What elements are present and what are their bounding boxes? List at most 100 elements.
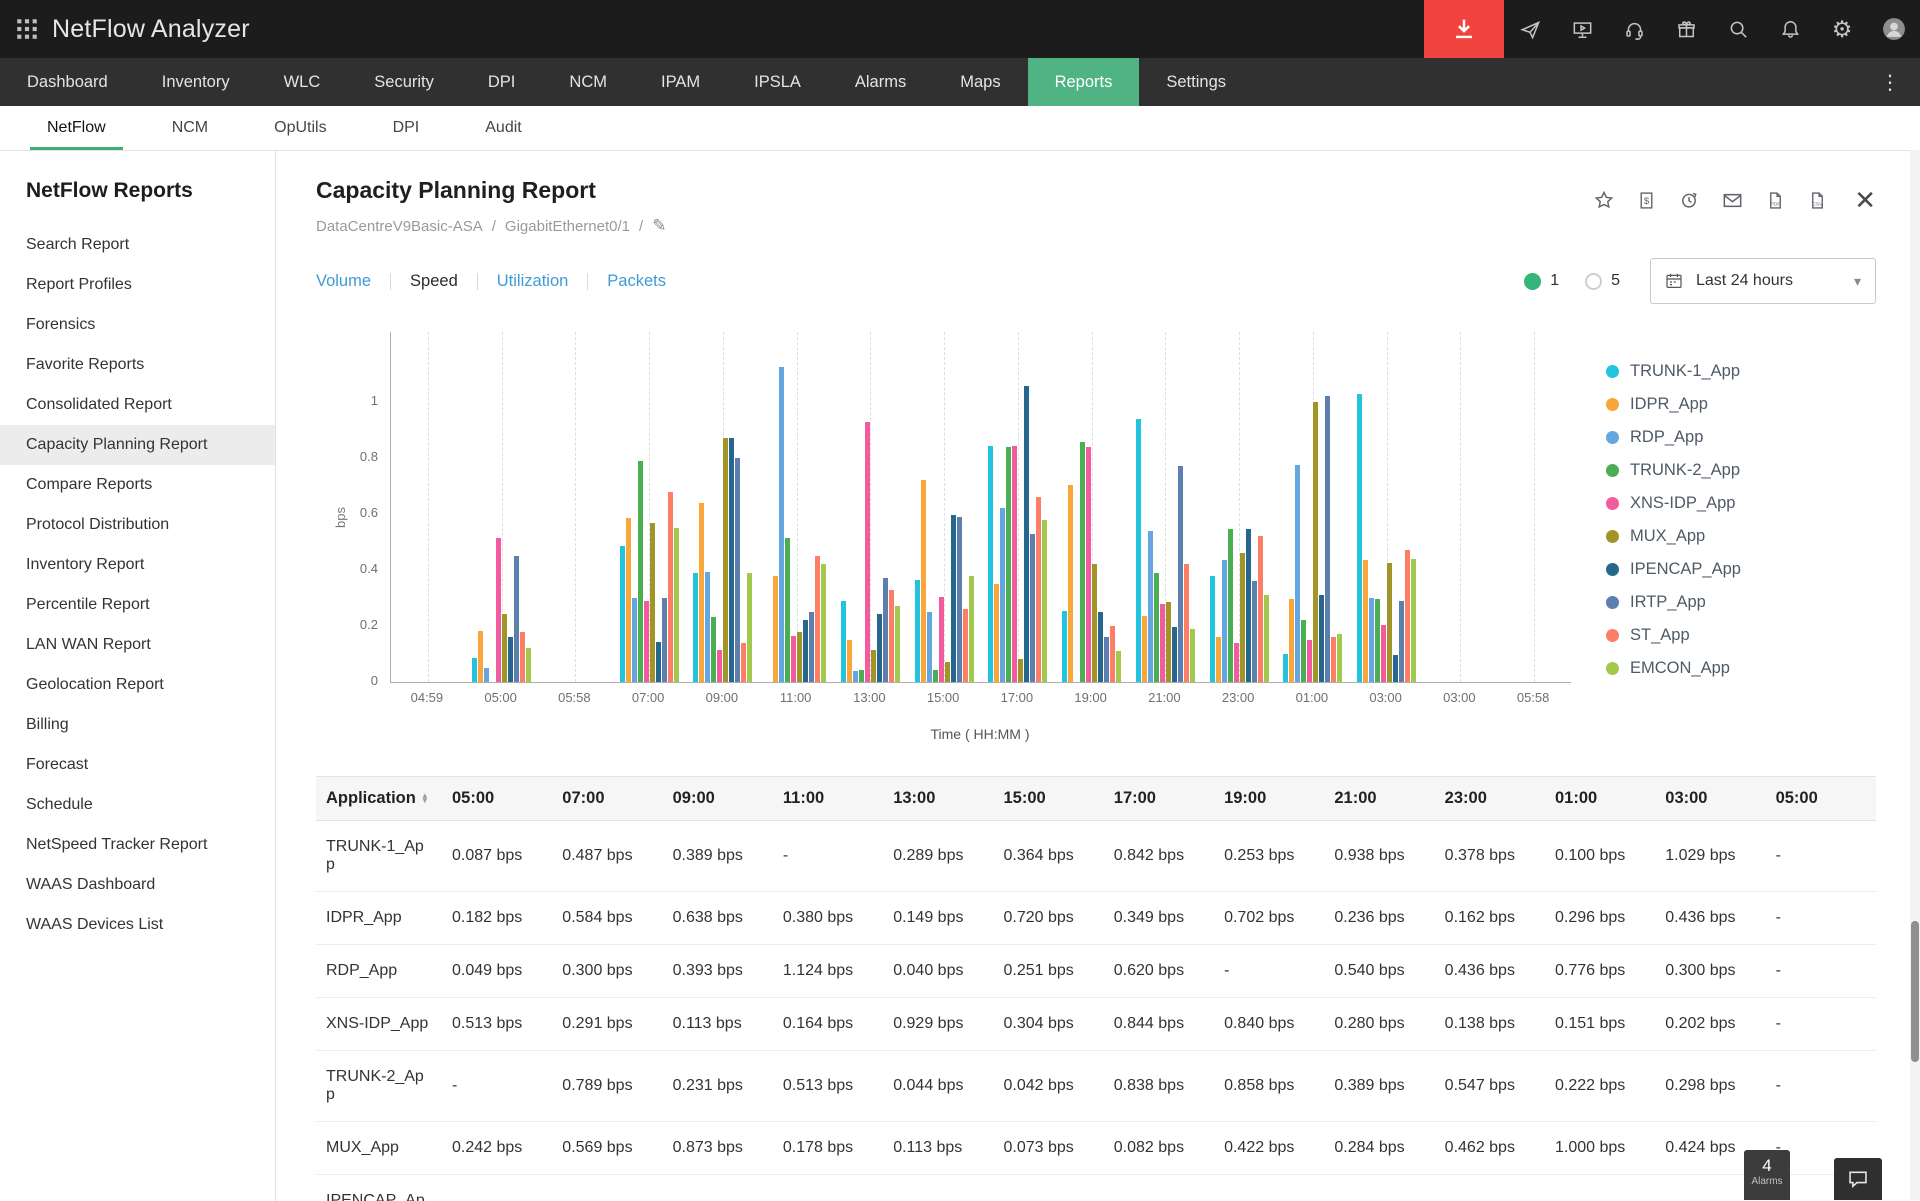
column-header-23-00-10[interactable]: 23:00 xyxy=(1435,777,1545,821)
nav-item-inventory[interactable]: Inventory xyxy=(135,58,257,106)
breadcrumb-device[interactable]: DataCentreV9Basic-ASA xyxy=(316,218,483,235)
legend-item-xns-idp-app[interactable]: XNS-IDP_App xyxy=(1606,494,1741,513)
subnav-tab-dpi[interactable]: DPI xyxy=(360,106,453,150)
subnav-tab-audit[interactable]: Audit xyxy=(452,106,554,150)
sidebar-item-geolocation-report[interactable]: Geolocation Report xyxy=(0,665,275,705)
close-report-icon[interactable]: ✕ xyxy=(1854,187,1876,213)
alarms-badge[interactable]: 4 Alarms xyxy=(1744,1150,1790,1200)
column-header-11-00-4[interactable]: 11:00 xyxy=(773,777,883,821)
billing-doc-icon[interactable]: $ xyxy=(1637,191,1656,210)
sidebar-item-search-report[interactable]: Search Report xyxy=(0,225,275,265)
sidebar-item-report-profiles[interactable]: Report Profiles xyxy=(0,265,275,305)
sidebar-item-inventory-report[interactable]: Inventory Report xyxy=(0,545,275,585)
sidebar-item-compare-reports[interactable]: Compare Reports xyxy=(0,465,275,505)
headset-icon[interactable] xyxy=(1608,19,1660,40)
legend-item-st-app[interactable]: ST_App xyxy=(1606,626,1741,645)
chart-plot[interactable] xyxy=(390,332,1571,683)
export-pdf-icon[interactable]: PDF xyxy=(1766,191,1785,210)
subnav-tab-ncm[interactable]: NCM xyxy=(139,106,241,150)
sidebar-item-waas-devices-list[interactable]: WAAS Devices List xyxy=(0,905,275,945)
nav-item-ncm[interactable]: NCM xyxy=(542,58,634,106)
sidebar-item-forecast[interactable]: Forecast xyxy=(0,745,275,785)
legend-item-trunk-2-app[interactable]: TRUNK-2_App xyxy=(1606,461,1741,480)
export-csv-icon[interactable]: CSV xyxy=(1808,191,1827,210)
column-header-application[interactable]: Application▲▼ xyxy=(316,777,442,821)
nav-item-dpi[interactable]: DPI xyxy=(461,58,543,106)
interval-option-1[interactable]: 1 xyxy=(1524,272,1559,290)
column-header-09-00-3[interactable]: 09:00 xyxy=(663,777,773,821)
sidebar-item-billing[interactable]: Billing xyxy=(0,705,275,745)
nav-item-ipam[interactable]: IPAM xyxy=(634,58,727,106)
sidebar-item-netspeed-tracker-report[interactable]: NetSpeed Tracker Report xyxy=(0,825,275,865)
column-header-01-00-11[interactable]: 01:00 xyxy=(1545,777,1655,821)
column-header-19-00-8[interactable]: 19:00 xyxy=(1214,777,1324,821)
nav-item-alarms[interactable]: Alarms xyxy=(828,58,933,106)
interval-radio-1[interactable] xyxy=(1524,273,1541,290)
x-axis-tick: 11:00 xyxy=(780,690,812,705)
sort-icon[interactable]: ▲▼ xyxy=(421,794,429,804)
page-scrollbar-track[interactable] xyxy=(1910,150,1920,1200)
sidebar-item-schedule[interactable]: Schedule xyxy=(0,785,275,825)
legend-item-trunk-1-app[interactable]: TRUNK-1_App xyxy=(1606,362,1741,381)
bar-ipencap-app xyxy=(1098,612,1103,682)
report-tab-packets[interactable]: Packets xyxy=(607,272,666,291)
interval-radio-5[interactable] xyxy=(1585,273,1602,290)
report-tab-utilization[interactable]: Utilization xyxy=(497,272,569,291)
column-header-03-00-12[interactable]: 03:00 xyxy=(1655,777,1765,821)
report-tab-volume[interactable]: Volume xyxy=(316,272,371,291)
edit-pencil-icon[interactable]: ✎ xyxy=(652,216,666,236)
nav-item-maps[interactable]: Maps xyxy=(933,58,1027,106)
nav-overflow-menu-icon[interactable]: ⋮ xyxy=(1860,58,1920,106)
sidebar-item-protocol-distribution[interactable]: Protocol Distribution xyxy=(0,505,275,545)
favorite-star-icon[interactable] xyxy=(1594,190,1614,210)
legend-item-idpr-app[interactable]: IDPR_App xyxy=(1606,395,1741,414)
report-table-section: Application▲▼05:0007:0009:0011:0013:0015… xyxy=(316,776,1876,1201)
time-range-dropdown[interactable]: Last 24 hours ▾ xyxy=(1650,258,1876,304)
nav-item-wlc[interactable]: WLC xyxy=(257,58,348,106)
interval-option-5[interactable]: 5 xyxy=(1585,272,1620,290)
column-header-15-00-6[interactable]: 15:00 xyxy=(993,777,1103,821)
sidebar-item-consolidated-report[interactable]: Consolidated Report xyxy=(0,385,275,425)
nav-item-dashboard[interactable]: Dashboard xyxy=(0,58,135,106)
sidebar-item-favorite-reports[interactable]: Favorite Reports xyxy=(0,345,275,385)
column-header-21-00-9[interactable]: 21:00 xyxy=(1324,777,1434,821)
legend-item-emcon-app[interactable]: EMCON_App xyxy=(1606,659,1741,678)
sidebar-item-forensics[interactable]: Forensics xyxy=(0,305,275,345)
gear-icon[interactable]: ⚙ xyxy=(1816,18,1868,41)
bell-icon[interactable] xyxy=(1764,19,1816,40)
column-header-07-00-2[interactable]: 07:00 xyxy=(552,777,662,821)
sidebar-item-percentile-report[interactable]: Percentile Report xyxy=(0,585,275,625)
email-icon[interactable] xyxy=(1722,190,1743,211)
subnav-tab-netflow[interactable]: NetFlow xyxy=(14,106,139,150)
schedule-history-icon[interactable] xyxy=(1679,190,1699,210)
column-header-label: 05:00 xyxy=(1776,789,1818,807)
sidebar-item-waas-dashboard[interactable]: WAAS Dashboard xyxy=(0,865,275,905)
legend-item-mux-app[interactable]: MUX_App xyxy=(1606,527,1741,546)
subnav-tab-oputils[interactable]: OpUtils xyxy=(241,106,359,150)
column-header-13-00-5[interactable]: 13:00 xyxy=(883,777,993,821)
sidebar-item-lan-wan-report[interactable]: LAN WAN Report xyxy=(0,625,275,665)
apps-grid-icon[interactable] xyxy=(16,18,38,40)
legend-item-ipencap-app[interactable]: IPENCAP_App xyxy=(1606,560,1741,579)
column-header-05-00-1[interactable]: 05:00 xyxy=(442,777,552,821)
nav-item-security[interactable]: Security xyxy=(347,58,461,106)
paper-plane-icon[interactable] xyxy=(1504,19,1556,40)
table-body: TRUNK-1_App0.087 bps0.487 bps0.389 bps-0… xyxy=(316,821,1876,1201)
legend-item-rdp-app[interactable]: RDP_App xyxy=(1606,428,1741,447)
download-button[interactable] xyxy=(1424,0,1504,58)
column-header-17-00-7[interactable]: 17:00 xyxy=(1104,777,1214,821)
gift-icon[interactable] xyxy=(1660,19,1712,40)
nav-item-ipsla[interactable]: IPSLA xyxy=(727,58,828,106)
report-tab-speed[interactable]: Speed xyxy=(410,272,458,291)
chat-button[interactable] xyxy=(1834,1158,1882,1200)
nav-item-reports[interactable]: Reports xyxy=(1028,58,1140,106)
sidebar-item-capacity-planning-report[interactable]: Capacity Planning Report xyxy=(0,425,275,465)
search-icon[interactable] xyxy=(1712,19,1764,40)
column-header-05-00-13[interactable]: 05:00 xyxy=(1766,777,1876,821)
nav-item-settings[interactable]: Settings xyxy=(1139,58,1253,106)
user-avatar[interactable] xyxy=(1868,17,1920,41)
legend-item-irtp-app[interactable]: IRTP_App xyxy=(1606,593,1741,612)
presentation-icon[interactable] xyxy=(1556,19,1608,40)
page-scrollbar-thumb[interactable] xyxy=(1911,921,1919,1062)
breadcrumb-interface[interactable]: GigabitEthernet0/1 xyxy=(505,218,630,235)
